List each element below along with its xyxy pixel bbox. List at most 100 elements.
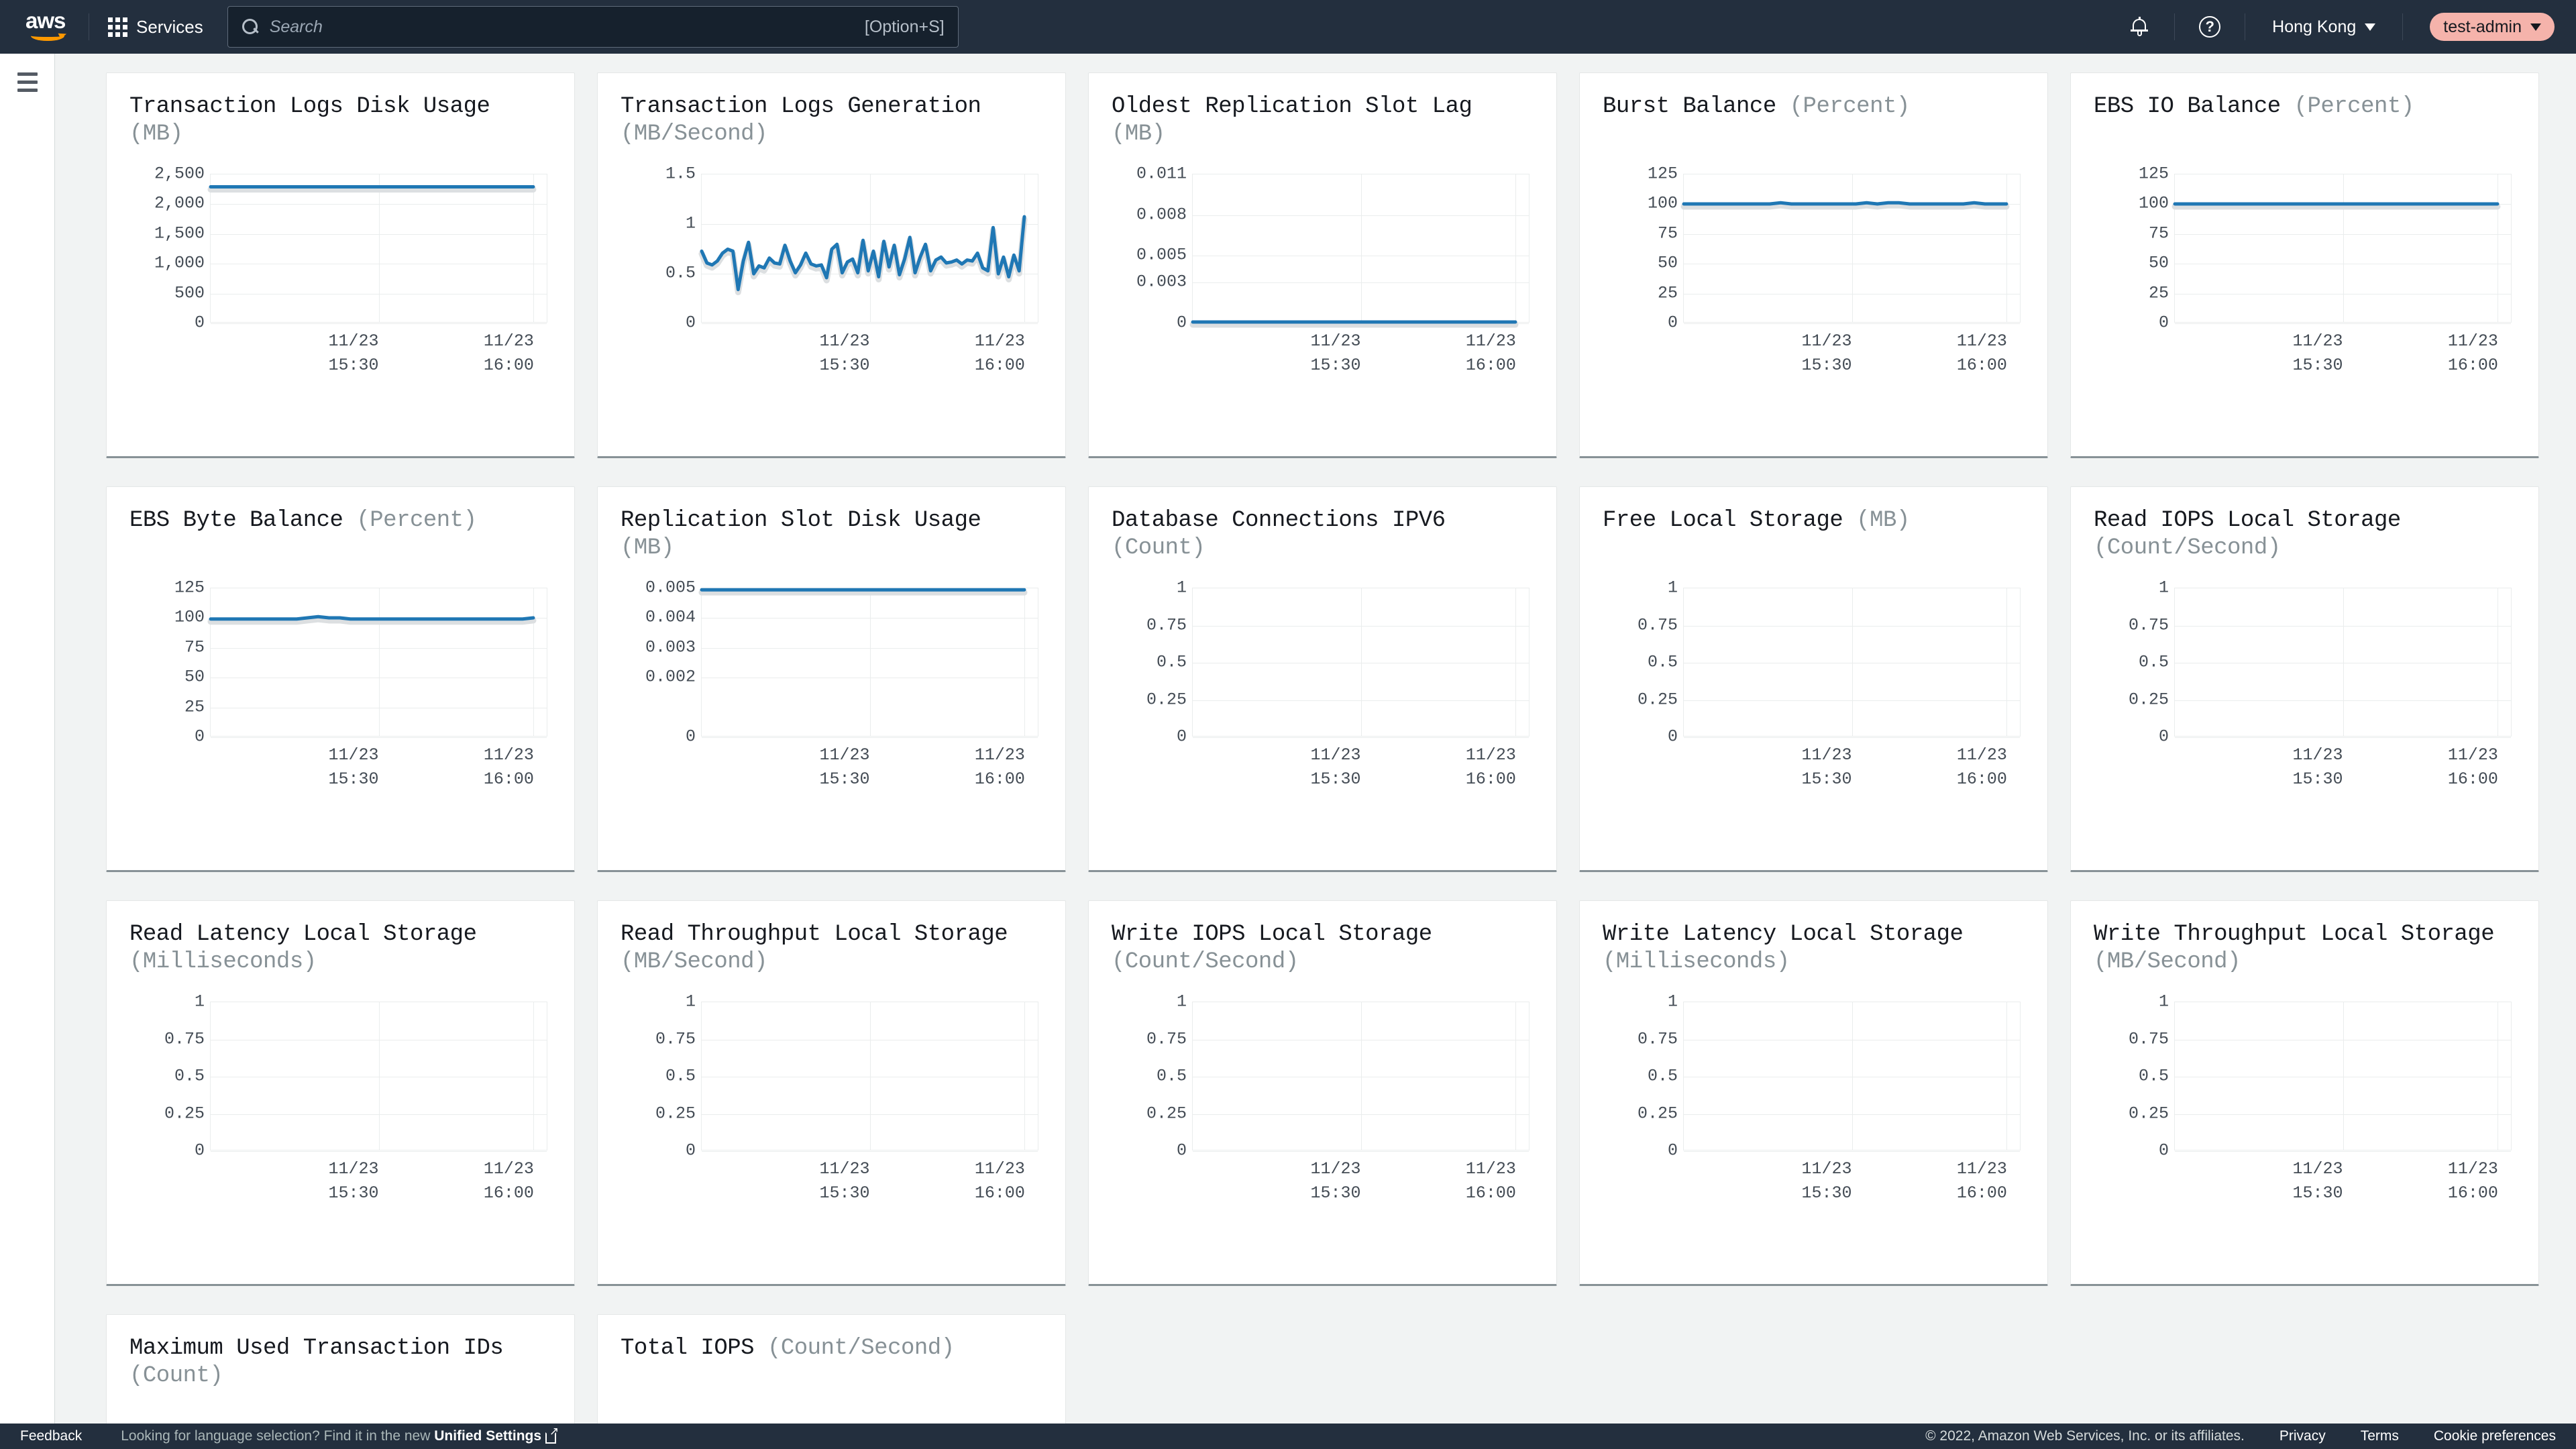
metric-card[interactable]: Database Connections IPV6 (Count) 0 0.25 0.… xyxy=(1088,486,1557,872)
chart-plot: 0 0.003 0.005 0.008 0.011 11/23 15:30 11/23 16:0… xyxy=(1112,164,1536,402)
metric-chart[interactable]: 0 0.003 0.005 0.008 0.011 11/23 15:30 11/23 16:0… xyxy=(1112,164,1536,402)
metric-card[interactable]: Write Latency Local Storage (Millisecond… xyxy=(1579,900,2048,1286)
vertical-gridline xyxy=(378,1002,380,1150)
metric-title-text: Read Latency Local Storage xyxy=(129,922,477,947)
metric-card[interactable]: Oldest Replication Slot Lag (MB) 0 0.003 0.… xyxy=(1088,72,1557,458)
vertical-gridline xyxy=(1515,1002,1516,1150)
aws-logo[interactable]: aws xyxy=(25,9,74,42)
x-axis-labels: 11/23 15:30 11/23 16:00 xyxy=(701,743,1038,796)
metric-chart[interactable]: 0 0.25 0.5 0.75 1 11/23 15:30 11/23 16:00 xyxy=(1603,992,2027,1230)
unified-settings-link[interactable]: Unified Settings xyxy=(434,1428,541,1444)
region-selector[interactable]: Hong Kong xyxy=(2260,0,2387,54)
x-tick-date: 11/23 xyxy=(483,745,534,765)
y-axis-tick-label: 0 xyxy=(685,1140,696,1161)
y-axis-tick-label: 0.004 xyxy=(645,607,696,627)
metric-card[interactable]: Transaction Logs Generation (MB/Second) 0… xyxy=(597,72,1066,458)
x-tick-date: 11/23 xyxy=(2292,1159,2343,1179)
metric-card[interactable]: EBS Byte Balance (Percent) 0 25 50 75 100 125 1… xyxy=(106,486,575,872)
metric-chart[interactable]: 0 0.25 0.5 0.75 1 11/23 15:30 11/23 16:00 xyxy=(1603,578,2027,816)
account-menu-button[interactable]: test-admin xyxy=(2430,13,2555,41)
x-tick-time: 16:00 xyxy=(1465,1183,1516,1203)
metric-chart[interactable]: 0 500 1,000 1,500 2,000 2,500 11/23 15:30 11/23 1… xyxy=(129,164,554,402)
metric-chart[interactable]: 0 0.002 0.003 0.004 0.005 11/23 15:30 11/23 16:0… xyxy=(621,578,1045,816)
x-tick-time: 16:00 xyxy=(483,769,534,789)
terms-link[interactable]: Terms xyxy=(2361,1428,2399,1444)
metric-card[interactable]: Total IOPS (Count/Second) xyxy=(597,1314,1066,1424)
chart-series xyxy=(211,174,547,322)
metric-chart[interactable]: 0 25 50 75 100 125 11/23 15:30 11/23 16:00 xyxy=(129,578,554,816)
y-axis-tick-label: 125 xyxy=(1647,164,1678,184)
x-axis-labels: 11/23 15:30 11/23 16:00 xyxy=(1192,1157,1529,1210)
metric-chart[interactable]: 0 0.25 0.5 0.75 1 11/23 15:30 11/23 16:00 xyxy=(1112,578,1536,816)
x-tick-time: 15:30 xyxy=(2292,1183,2343,1203)
x-axis-tick-label: 11/23 16:00 xyxy=(975,1157,1025,1205)
metric-card-title: Free Local Storage (MB) xyxy=(1603,507,2025,535)
metric-chart[interactable]: 0 0.25 0.5 0.75 1 11/23 15:30 11/23 16:00 xyxy=(2094,992,2518,1230)
privacy-link[interactable]: Privacy xyxy=(2279,1428,2326,1444)
x-axis-tick-label: 11/23 16:00 xyxy=(1957,743,2007,792)
metric-card[interactable]: Burst Balance (Percent) 0 25 50 75 100 125 11/2… xyxy=(1579,72,2048,458)
cookie-preferences-link[interactable]: Cookie preferences xyxy=(2434,1428,2556,1444)
hamburger-icon[interactable] xyxy=(17,72,38,92)
metric-card[interactable]: Free Local Storage (MB) 0 0.25 0.5 0.75 1 11/2… xyxy=(1579,486,2048,872)
metric-card[interactable]: Read IOPS Local Storage (Count/Second) 0 0… xyxy=(2070,486,2539,872)
metric-card-title: EBS Byte Balance (Percent) xyxy=(129,507,551,535)
metric-unit-text: (MB) xyxy=(1112,121,1165,147)
metric-title-text: Database Connections IPV6 xyxy=(1112,508,1446,533)
vertical-gridline xyxy=(1851,1002,1853,1150)
notifications-button[interactable] xyxy=(2119,0,2159,54)
metric-card[interactable]: Write Throughput Local Storage (MB/Secon… xyxy=(2070,900,2539,1286)
x-tick-time: 15:30 xyxy=(1801,769,1852,789)
y-axis-labels: 0 0.25 0.5 0.75 1 xyxy=(1112,578,1191,747)
metric-card[interactable]: Transaction Logs Disk Usage (MB) 0 500 1,00… xyxy=(106,72,575,458)
metric-card[interactable]: EBS IO Balance (Percent) 0 25 50 75 100 125 11/… xyxy=(2070,72,2539,458)
metric-chart[interactable]: 0 0.25 0.5 0.75 1 11/23 15:30 11/23 16:00 xyxy=(621,992,1045,1230)
x-axis-tick-label: 11/23 15:30 xyxy=(2292,329,2343,378)
feedback-link[interactable]: Feedback xyxy=(20,1428,82,1444)
metric-card-title: Write Latency Local Storage (Millisecond… xyxy=(1603,921,2025,976)
x-tick-date: 11/23 xyxy=(1465,1159,1516,1179)
search-bar[interactable]: [Option+S] xyxy=(227,6,959,48)
region-label: Hong Kong xyxy=(2272,17,2357,36)
x-tick-date: 11/23 xyxy=(1801,331,1852,351)
metric-card[interactable]: Read Latency Local Storage (Milliseconds… xyxy=(106,900,575,1286)
chart-panel xyxy=(1192,1002,1529,1152)
metric-unit-text: (Milliseconds) xyxy=(129,949,317,975)
x-tick-time: 16:00 xyxy=(1956,1183,2007,1203)
metric-chart[interactable]: 0 25 50 75 100 125 11/23 15:30 11/23 16:00 xyxy=(2094,164,2518,402)
metric-unit-text: (Count/Second) xyxy=(2094,535,2281,561)
metric-chart[interactable]: 0 25 50 75 100 125 11/23 15:30 11/23 16:00 xyxy=(1603,164,2027,402)
y-axis-labels: 0 0.003 0.005 0.008 0.011 xyxy=(1112,164,1191,333)
metric-card[interactable]: Replication Slot Disk Usage (MB) 0 0.002 0.… xyxy=(597,486,1066,872)
chart-panel xyxy=(1683,588,2021,738)
y-axis-tick-label: 0.011 xyxy=(1136,164,1187,184)
metric-title-text: Maximum Used Transaction IDs xyxy=(129,1336,504,1361)
metric-chart[interactable]: 0 0.25 0.5 0.75 1 11/23 15:30 11/23 16:00 xyxy=(2094,578,2518,816)
metric-card[interactable]: Write IOPS Local Storage (Count/Second) 0… xyxy=(1088,900,1557,1286)
search-shortcut-hint: [Option+S] xyxy=(864,17,945,36)
y-axis-tick-label: 0 xyxy=(2158,727,2169,747)
metric-card[interactable]: Read Throughput Local Storage (MB/Second… xyxy=(597,900,1066,1286)
x-tick-time: 16:00 xyxy=(974,769,1025,789)
y-axis-tick-label: 1 xyxy=(194,991,205,1012)
metric-card[interactable]: Maximum Used Transaction IDs (Count) xyxy=(106,1314,575,1424)
y-axis-tick-label: 0 xyxy=(2158,1140,2169,1161)
services-label: Services xyxy=(136,16,203,37)
metric-title-text: EBS Byte Balance xyxy=(129,508,343,533)
metric-chart[interactable]: 0 0.25 0.5 0.75 1 11/23 15:30 11/23 16:00 xyxy=(1112,992,1536,1230)
metric-unit-text: (MB/Second) xyxy=(621,121,767,147)
search-input[interactable] xyxy=(269,17,865,37)
metric-chart[interactable]: 0 0.25 0.5 0.75 1 11/23 15:30 11/23 16:00 xyxy=(129,992,554,1230)
x-axis-labels: 11/23 15:30 11/23 16:00 xyxy=(210,743,547,796)
chart-panel xyxy=(210,588,547,738)
y-axis-tick-label: 25 xyxy=(184,697,205,717)
y-axis-tick-label: 0.25 xyxy=(164,1104,205,1123)
x-tick-time: 15:30 xyxy=(328,356,379,375)
chart-plot: 0 0.5 1 1.5 11/23 15:30 11/23 16:00 xyxy=(621,164,1045,402)
x-tick-date: 11/23 xyxy=(974,745,1025,765)
x-axis-tick-label: 11/23 15:30 xyxy=(819,1157,869,1205)
metric-chart[interactable]: 0 0.5 1 1.5 11/23 15:30 11/23 16:00 xyxy=(621,164,1045,402)
services-menu-button[interactable]: Services xyxy=(104,0,207,54)
help-button[interactable]: ? xyxy=(2190,0,2230,54)
chart-plot: 0 0.25 0.5 0.75 1 11/23 15:30 11/23 16:00 xyxy=(2094,578,2518,816)
